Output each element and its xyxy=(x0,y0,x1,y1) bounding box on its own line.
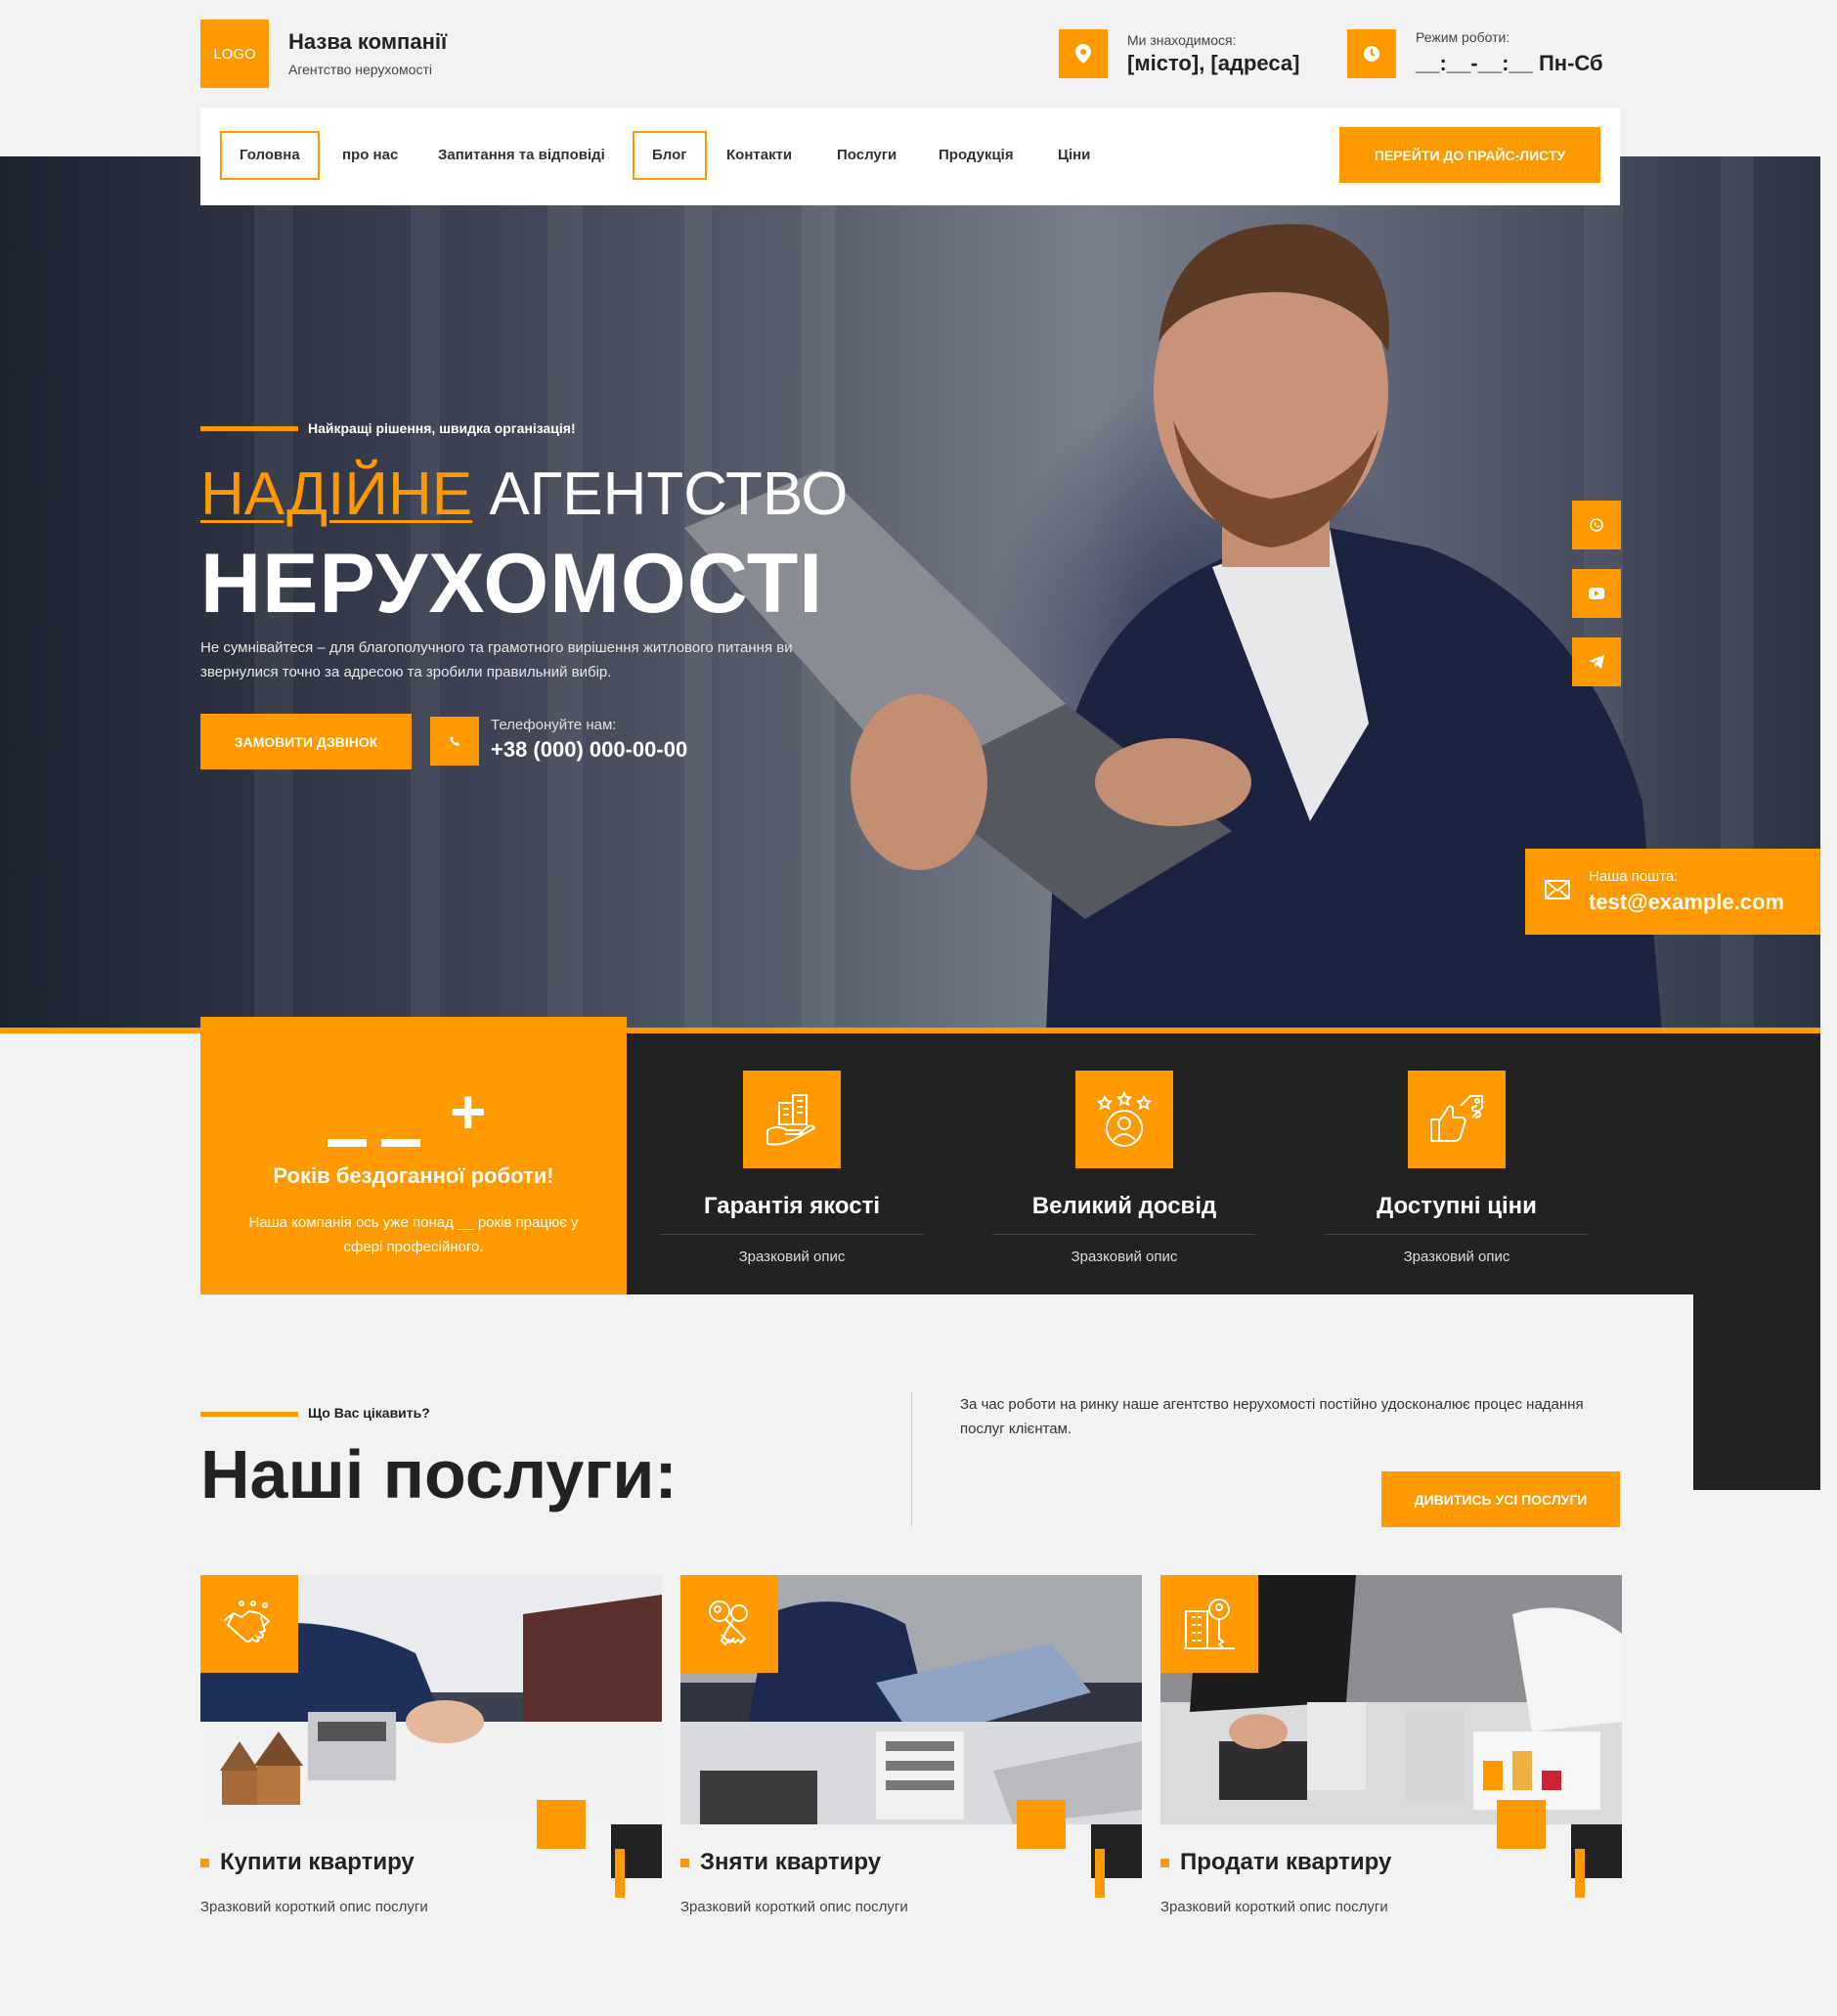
nav-item-about[interactable]: про нас xyxy=(342,131,398,180)
feature-title: Доступні ціни xyxy=(1377,1193,1537,1219)
services-subtitle-line xyxy=(200,1412,298,1417)
location-value: [місто], [адреса] xyxy=(1127,51,1300,75)
dark-side-strip xyxy=(1693,1294,1820,1490)
nav-item-contacts[interactable]: Контакти xyxy=(726,131,792,180)
years-placeholder-dash xyxy=(381,1139,420,1147)
building-key-icon xyxy=(1160,1575,1258,1673)
user-stars-icon xyxy=(1075,1071,1173,1168)
feature-desc: Зразковий опис xyxy=(1403,1249,1510,1265)
location-pin-icon xyxy=(1059,29,1108,78)
feature-desc: Зразковий опис xyxy=(738,1249,846,1265)
headline-accent: НАДІЙНЕ xyxy=(200,460,473,528)
hero-slogan: Найкращі рішення, швидка організація! xyxy=(308,420,576,436)
phone-icon[interactable] xyxy=(430,717,479,766)
slogan-line xyxy=(200,426,298,431)
service-card-desc: Зразковий короткий опис послуги xyxy=(1160,1899,1388,1915)
whatsapp-icon[interactable] xyxy=(1572,501,1621,549)
hours-value: __:__-__:__ Пн-Сб xyxy=(1416,51,1603,75)
hero-description: Не сумнівайтеся – для благополучного та … xyxy=(200,639,793,680)
hero-section: Найкращі рішення, швидка організація! НА… xyxy=(0,156,1820,1031)
services-title: Наші послуги: xyxy=(200,1436,678,1512)
company-name: Назва компанії xyxy=(288,29,448,54)
services-subtitle: Що Вас цікавить? xyxy=(308,1405,430,1421)
hero-headline-line2: НЕРУХОМОСТІ xyxy=(200,537,824,631)
service-card-rent[interactable]: Зняти квартиру xyxy=(680,1575,1142,1898)
email-label: Наша пошта: xyxy=(1589,868,1679,885)
nav-item-faq[interactable]: Запитання та відповіді xyxy=(438,131,605,180)
feature-desc: Зразковий опис xyxy=(1071,1249,1178,1265)
feature-title: Великий досвід xyxy=(1031,1193,1217,1219)
service-card-buy[interactable]: Купити квартиру xyxy=(200,1575,662,1898)
hero-headline-line1: НАДІЙНЕ АГЕНТСТВО xyxy=(200,460,848,529)
years-placeholder-dash xyxy=(328,1139,367,1147)
feature-experience: Великий досвід Зразковий опис xyxy=(992,1071,1256,1265)
hours-label: Режим роботи: xyxy=(1416,29,1510,45)
mail-icon xyxy=(1545,880,1570,899)
company-subtitle: Агентство нерухомості xyxy=(288,62,432,77)
order-call-button[interactable]: ЗАМОВИТИ ДЗВІНОК xyxy=(200,714,412,769)
feature-quality: Гарантія якості Зразковий опис xyxy=(660,1071,924,1265)
feature-title: Гарантія якості xyxy=(703,1193,881,1219)
nav-item-prices[interactable]: Ціни xyxy=(1058,131,1090,180)
plus-icon: + xyxy=(450,1076,487,1147)
nav-item-blog[interactable]: Блог xyxy=(633,131,707,180)
nav-item-services[interactable]: Послуги xyxy=(837,131,897,180)
main-navigation: Головна про нас Запитання та відповіді Б… xyxy=(200,108,1620,205)
nav-item-products[interactable]: Продукція xyxy=(939,131,1014,180)
buildings-hand-icon xyxy=(743,1071,841,1168)
keys-icon xyxy=(680,1575,778,1673)
service-card-desc: Зразковий короткий опис послуги xyxy=(680,1899,908,1915)
service-card-desc: Зразковий короткий опис послуги xyxy=(200,1899,428,1915)
service-card-sell[interactable]: Продати квартиру xyxy=(1160,1575,1622,1898)
telegram-icon[interactable] xyxy=(1572,637,1621,686)
phone-number[interactable]: +38 (000) 000-00-00 xyxy=(491,737,687,763)
price-list-button[interactable]: ПЕРЕЙТИ ДО ПРАЙС-ЛИСТУ xyxy=(1339,127,1600,183)
service-card-title[interactable]: Купити квартиру xyxy=(220,1849,415,1876)
services-divider xyxy=(911,1392,912,1526)
nav-item-home[interactable]: Головна xyxy=(220,131,320,180)
years-box: + Років бездоганної роботи! Наша компані… xyxy=(200,1017,627,1294)
phone-label: Телефонуйте нам: xyxy=(491,717,617,733)
services-description: За час роботи на ринку наше агентство не… xyxy=(960,1396,1584,1437)
email-box[interactable]: Наша пошта: test@example.com xyxy=(1525,849,1820,935)
youtube-icon[interactable] xyxy=(1572,569,1621,618)
clock-icon xyxy=(1347,29,1396,78)
feature-prices: Доступні ціни Зразковий опис xyxy=(1325,1071,1589,1265)
thumb-price-tag-icon xyxy=(1408,1071,1506,1168)
view-all-services-button[interactable]: ДИВИТИСЬ УСІ ПОСЛУГИ xyxy=(1381,1471,1620,1527)
handshake-icon xyxy=(200,1575,298,1673)
logo[interactable]: LOGO xyxy=(200,20,269,88)
years-title: Років бездоганної роботи! xyxy=(273,1163,554,1188)
location-label: Ми знаходимося: xyxy=(1127,32,1237,48)
service-card-title[interactable]: Продати квартиру xyxy=(1180,1849,1391,1876)
headline-rest: АГЕНТСТВО xyxy=(489,460,849,528)
service-card-title[interactable]: Зняти квартиру xyxy=(700,1849,881,1876)
email-value[interactable]: test@example.com xyxy=(1589,890,1784,915)
years-description: Наша компанія ось уже понад __ років пра… xyxy=(248,1214,579,1255)
